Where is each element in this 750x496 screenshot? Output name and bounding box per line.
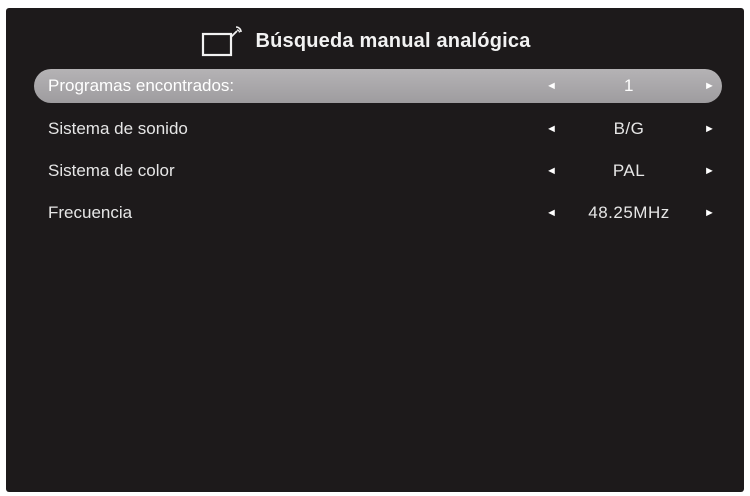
arrow-left-icon[interactable]: ◄: [546, 123, 557, 135]
arrow-right-icon[interactable]: ►: [704, 80, 715, 92]
arrow-left-icon[interactable]: ◄: [546, 165, 557, 177]
setting-value: B/G: [613, 119, 645, 138]
setting-row-color-system[interactable]: Sistema de color ◄ PAL ►: [34, 154, 722, 188]
arrow-right-icon[interactable]: ►: [704, 165, 715, 177]
arrow-left-icon[interactable]: ◄: [546, 80, 557, 92]
tv-antenna-icon: [202, 26, 243, 57]
arrow-right-icon[interactable]: ►: [704, 207, 715, 219]
setting-label: Sistema de sonido: [48, 119, 188, 138]
setting-value: PAL: [612, 161, 646, 180]
setting-row-sound-system[interactable]: Sistema de sonido ◄ B/G ►: [34, 112, 722, 146]
setting-label: Sistema de color: [48, 161, 175, 180]
setting-value: 1: [624, 76, 634, 95]
page-title: Búsqueda manual analógica: [255, 29, 531, 52]
menu-header: Búsqueda manual analógica: [6, 16, 744, 66]
setting-row-frequency[interactable]: Frecuencia ◄ 48.25MHz ►: [34, 196, 722, 230]
tv-menu-screen: Búsqueda manual analógica Programas enco…: [6, 8, 744, 492]
setting-row-programs-found[interactable]: Programas encontrados: ◄ 1 ►: [34, 69, 722, 103]
arrow-right-icon[interactable]: ►: [704, 123, 715, 135]
setting-value: 48.25MHz: [588, 203, 670, 222]
setting-label: Programas encontrados:: [48, 76, 235, 95]
arrow-left-icon[interactable]: ◄: [546, 207, 557, 219]
setting-label: Frecuencia: [48, 203, 133, 222]
